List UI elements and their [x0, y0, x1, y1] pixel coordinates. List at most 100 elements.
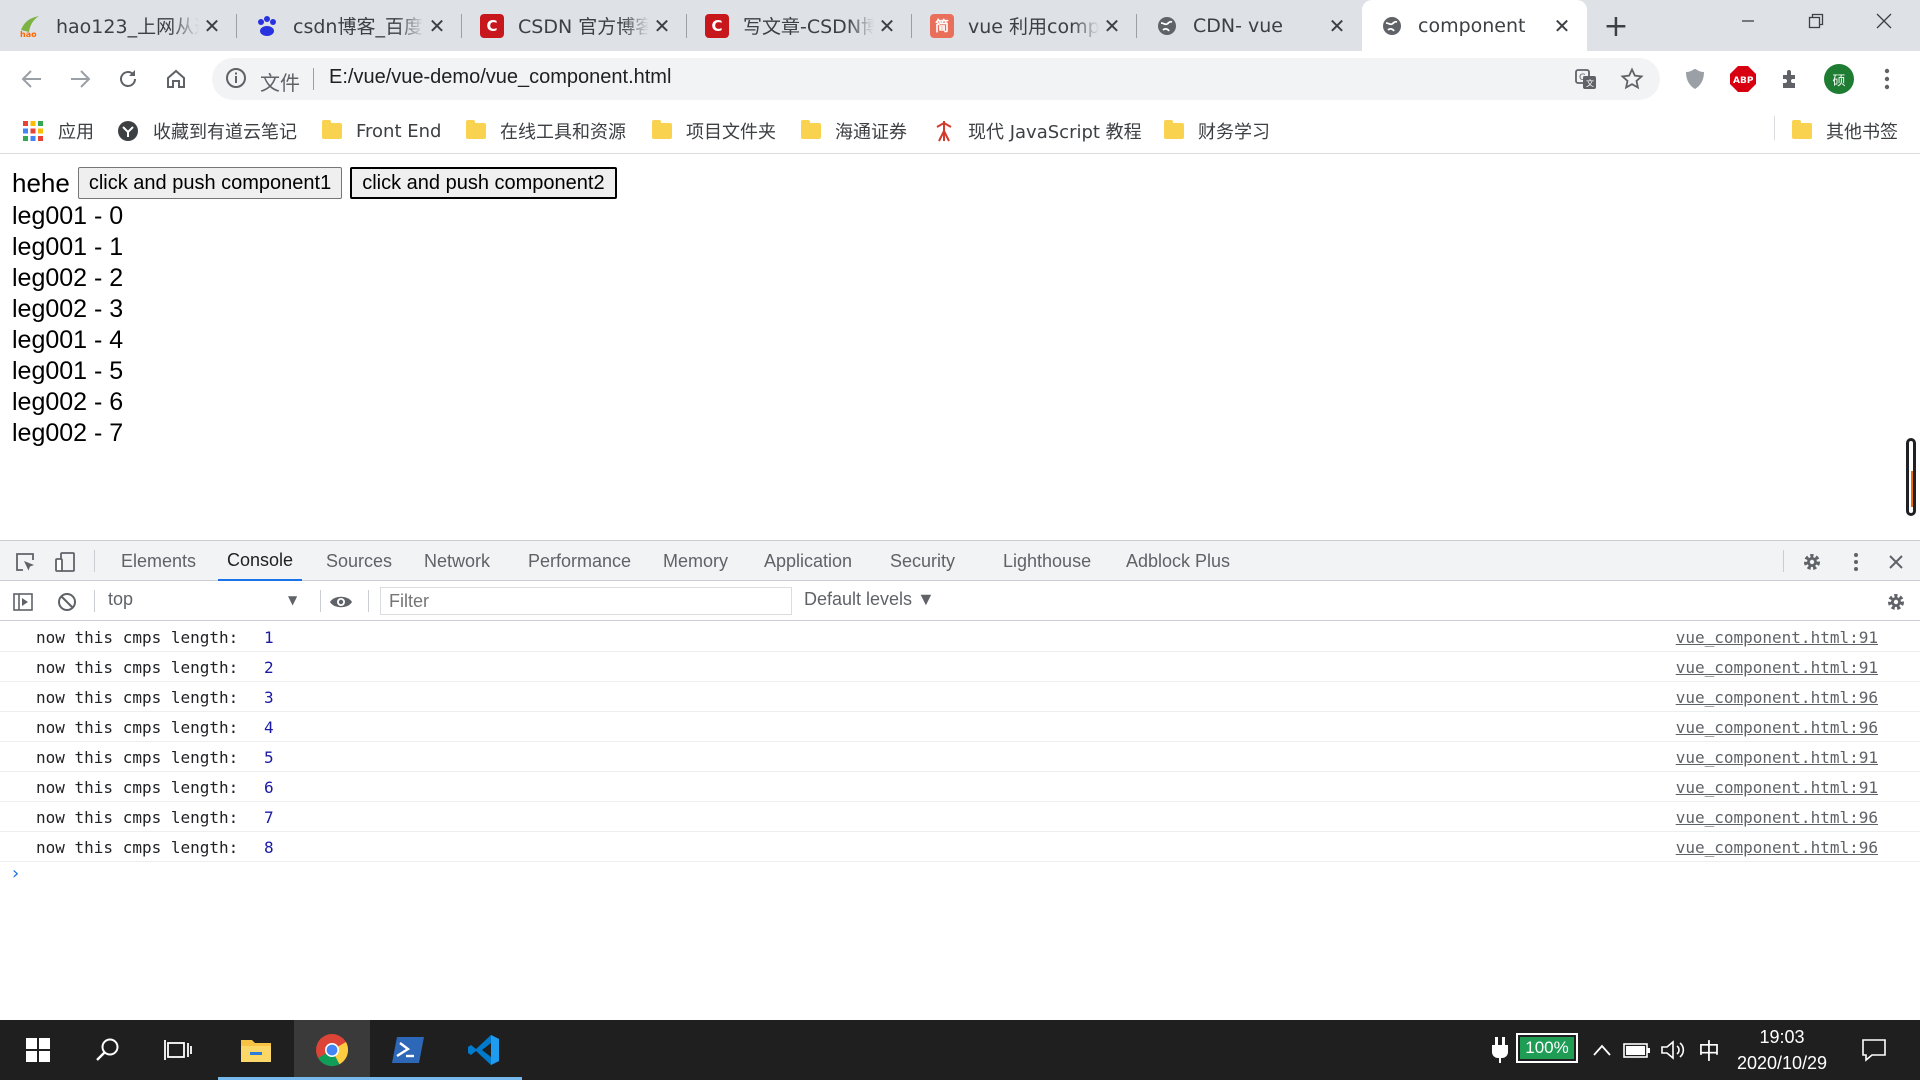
tab-csdn-baidu[interactable]: csdn博客_百度搜索 ✕ — [237, 0, 462, 51]
tab-application[interactable]: Application — [764, 541, 852, 581]
tab-elements[interactable]: Elements — [121, 541, 196, 581]
adblock-plus-icon[interactable]: ABP — [1728, 64, 1758, 94]
back-button[interactable] — [14, 61, 50, 97]
list-item: leg002 - 7 — [12, 419, 124, 447]
volume-icon[interactable] — [1658, 1020, 1688, 1080]
bookmark-youdao[interactable]: 收藏到有道云笔记 — [117, 116, 297, 146]
show-hidden-icons-chevron-icon[interactable] — [1588, 1020, 1616, 1080]
reload-button[interactable] — [110, 61, 146, 97]
clear-console-icon[interactable] — [54, 589, 80, 615]
taskbar-chrome[interactable] — [294, 1020, 370, 1080]
power-plug-icon[interactable] — [1486, 1020, 1514, 1080]
extensions-puzzle-icon[interactable] — [1776, 64, 1806, 94]
console-settings-gear-icon[interactable] — [1883, 589, 1909, 615]
toolbar-divider — [94, 550, 95, 572]
tab-csdn-write[interactable]: C 写文章-CSDN博客 ✕ — [687, 0, 912, 51]
clock-time: 19:03 — [1759, 1027, 1805, 1047]
tab-csdn-official[interactable]: C CSDN 官方博客 ✕ — [462, 0, 687, 51]
tab-title: 写文章-CSDN博客 — [743, 16, 874, 38]
battery-indicator[interactable]: 100% — [1516, 1033, 1578, 1063]
context-selector[interactable]: top — [108, 589, 133, 610]
bookmark-folder-haitong[interactable]: 海通证券 — [801, 116, 907, 146]
forward-button[interactable] — [62, 61, 98, 97]
console-filter-input[interactable] — [380, 587, 792, 615]
close-tab-icon[interactable]: ✕ — [199, 13, 225, 39]
tab-jianshu[interactable]: 简 vue 利用component ✕ — [912, 0, 1137, 51]
translate-icon[interactable]: G文 — [1574, 67, 1598, 95]
close-tab-icon[interactable]: ✕ — [1549, 13, 1575, 39]
battery-tray-icon[interactable] — [1620, 1020, 1654, 1080]
bookmark-folder-front-end[interactable]: Front End — [322, 116, 441, 146]
system-clock[interactable]: 19:03 2020/10/29 — [1722, 1024, 1842, 1076]
minimize-button[interactable] — [1714, 0, 1782, 42]
ime-indicator[interactable]: 中 — [1694, 1020, 1724, 1080]
profile-avatar[interactable]: 硕 — [1824, 64, 1854, 94]
log-source-link[interactable]: vue_component.html:91 — [1676, 748, 1878, 767]
start-button[interactable] — [0, 1020, 76, 1080]
close-tab-icon[interactable]: ✕ — [424, 13, 450, 39]
home-button[interactable] — [158, 61, 194, 97]
close-tab-icon[interactable]: ✕ — [649, 13, 675, 39]
log-source-link[interactable]: vue_component.html:96 — [1676, 808, 1878, 827]
tab-performance[interactable]: Performance — [528, 541, 631, 581]
bookmark-folder-projects[interactable]: 项目文件夹 — [652, 116, 776, 146]
log-source-link[interactable]: vue_component.html:96 — [1676, 688, 1878, 707]
live-expression-eye-icon[interactable] — [328, 589, 354, 615]
search-button[interactable] — [70, 1020, 146, 1080]
bookmark-folder-tools[interactable]: 在线工具和资源 — [466, 116, 626, 146]
tab-network[interactable]: Network — [424, 541, 490, 581]
device-toolbar-icon[interactable] — [52, 549, 78, 575]
close-window-button[interactable] — [1850, 0, 1918, 42]
new-tab-button[interactable]: + — [1600, 9, 1632, 44]
tab-memory[interactable]: Memory — [663, 541, 728, 581]
log-source-link[interactable]: vue_component.html:96 — [1676, 718, 1878, 737]
restore-icon — [1808, 13, 1824, 29]
url-text[interactable]: E:/vue/vue-demo/vue_component.html — [329, 66, 671, 89]
tab-hao123[interactable]: hao hao123_上网从这里开始 ✕ — [0, 0, 237, 51]
restore-button[interactable] — [1782, 0, 1850, 42]
tab-sources[interactable]: Sources — [326, 541, 392, 581]
tab-adblock-plus[interactable]: Adblock Plus — [1126, 541, 1230, 581]
inspect-element-icon[interactable] — [12, 549, 38, 575]
log-source-link[interactable]: vue_component.html:91 — [1676, 628, 1878, 647]
log-levels-dropdown[interactable]: Default levels ▼ — [804, 589, 935, 610]
shield-extension-icon[interactable] — [1680, 64, 1710, 94]
task-view-button[interactable] — [140, 1020, 216, 1080]
show-sidebar-icon[interactable] — [10, 589, 36, 615]
avatar-initial: 硕 — [1832, 73, 1846, 89]
tab-component[interactable]: component ✕ — [1362, 0, 1587, 51]
dropdown-arrow-icon[interactable]: ▼ — [288, 593, 297, 607]
log-source-link[interactable]: vue_component.html:96 — [1676, 838, 1878, 857]
bookmark-apps[interactable]: 应用 — [22, 116, 94, 146]
tab-cdn-vue[interactable]: CDN- vue ✕ — [1137, 0, 1362, 51]
taskbar-file-explorer[interactable] — [218, 1020, 294, 1080]
tab-console[interactable]: Console — [218, 541, 303, 581]
log-source-link[interactable]: vue_component.html:91 — [1676, 778, 1878, 797]
push-component2-button[interactable]: click and push component2 — [350, 167, 617, 199]
taskbar-vscode[interactable] — [446, 1020, 522, 1080]
action-center-notification-icon[interactable] — [1854, 1020, 1894, 1080]
log-source-link[interactable]: vue_component.html:91 — [1676, 658, 1878, 677]
taskbar-powershell[interactable] — [370, 1020, 446, 1080]
jianshu-icon: 简 — [930, 13, 954, 38]
log-message: now this cmps length: — [36, 838, 239, 857]
bookmark-folder-other[interactable]: 其他书签 — [1792, 116, 1898, 146]
tab-security[interactable]: Security — [890, 541, 955, 581]
console-prompt[interactable]: › — [12, 863, 19, 884]
settings-gear-icon[interactable] — [1799, 549, 1825, 575]
console-toolbar: top ▼ Default levels ▼ — [0, 581, 1920, 621]
address-bar[interactable]: 文件 E:/vue/vue-demo/vue_component.html G文 — [212, 58, 1660, 100]
close-tab-icon[interactable]: ✕ — [1099, 13, 1125, 39]
tab-lighthouse[interactable]: Lighthouse — [1003, 541, 1091, 581]
browser-menu-button[interactable] — [1872, 64, 1902, 94]
close-devtools-icon[interactable] — [1883, 549, 1909, 575]
info-icon[interactable] — [225, 67, 247, 93]
bookmark-javascript-info[interactable]: 现代 JavaScript 教程 — [934, 116, 1142, 146]
push-component1-button[interactable]: click and push component1 — [77, 167, 343, 199]
page-scrollbar[interactable] — [1906, 438, 1916, 516]
close-tab-icon[interactable]: ✕ — [1324, 13, 1350, 39]
more-vertical-icon[interactable] — [1843, 549, 1869, 575]
bookmark-star-icon[interactable] — [1620, 67, 1644, 95]
close-tab-icon[interactable]: ✕ — [874, 13, 900, 39]
bookmark-folder-finance[interactable]: 财务学习 — [1164, 116, 1270, 146]
